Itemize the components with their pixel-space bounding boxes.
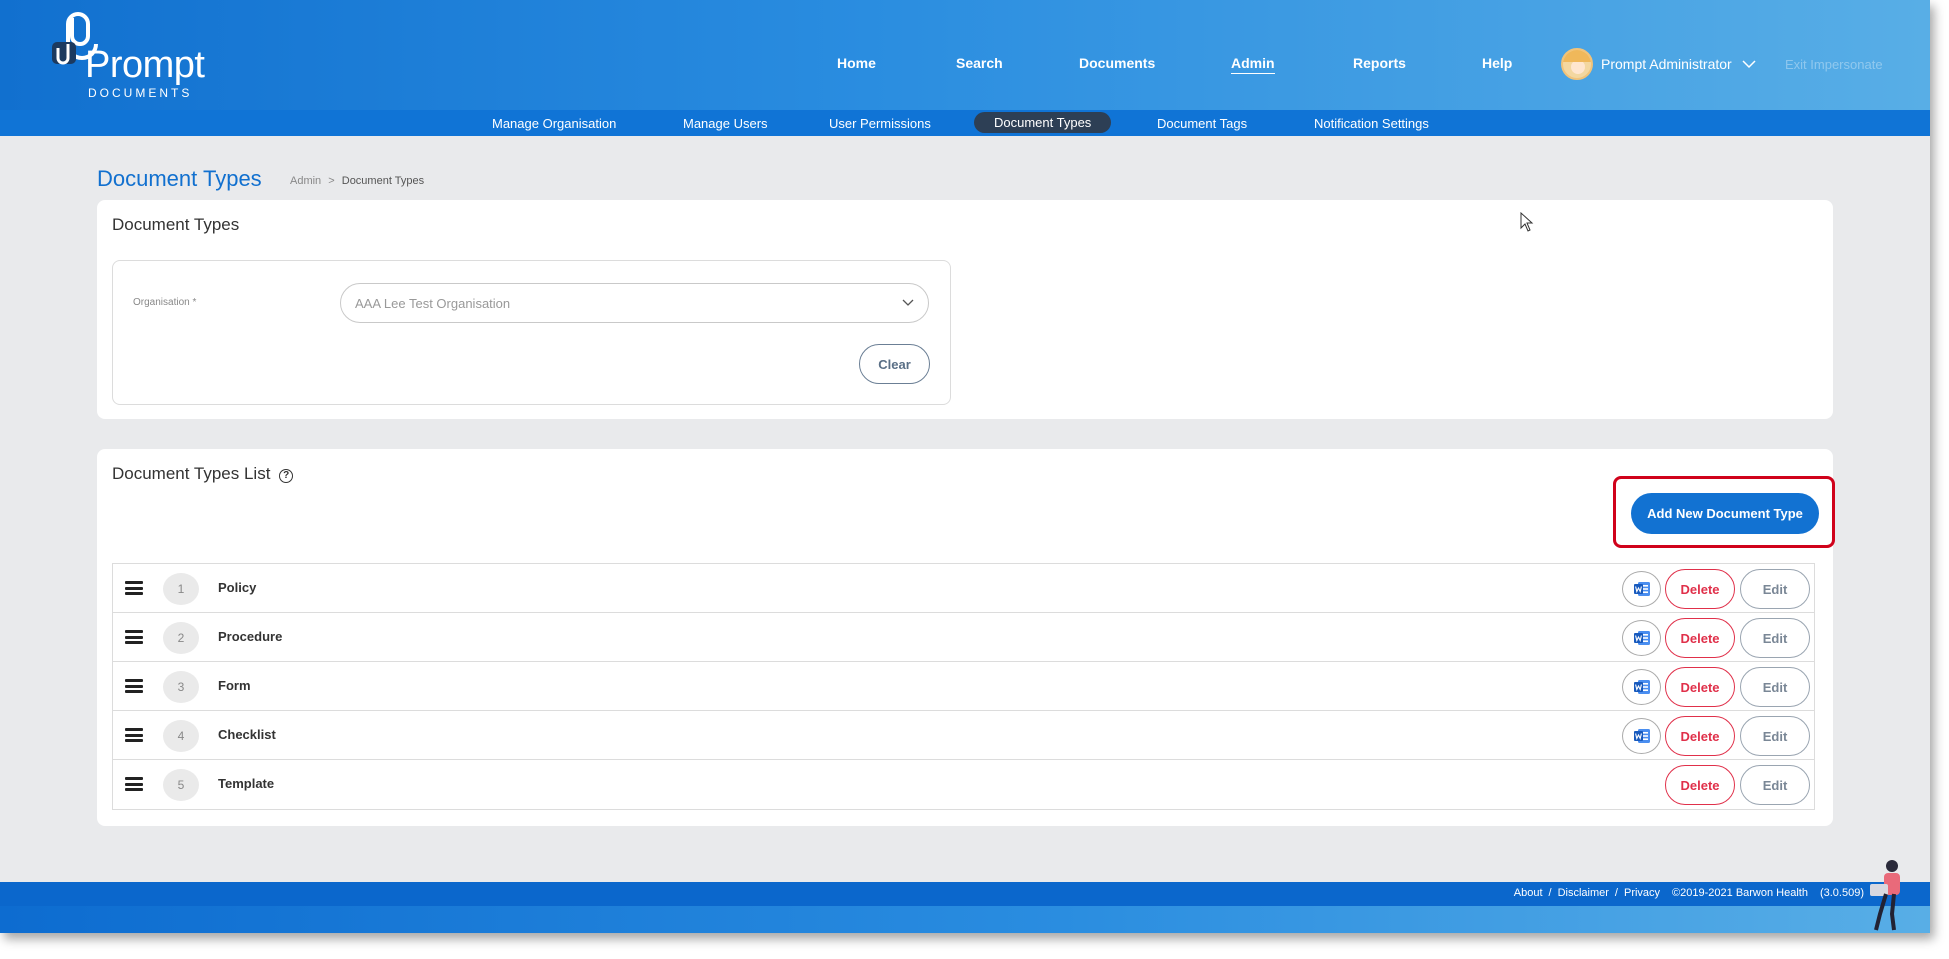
list-item: 1 Policy Delete Edit bbox=[113, 564, 1814, 613]
footer-links: About / Disclaimer / Privacy ©2019-2021 … bbox=[1514, 887, 1864, 899]
breadcrumb-admin[interactable]: Admin bbox=[290, 175, 321, 187]
document-type-name: Policy bbox=[218, 580, 257, 595]
word-icon bbox=[1633, 729, 1650, 743]
tab-manage-organisation[interactable]: Manage Organisation bbox=[492, 114, 616, 133]
drag-handle-icon[interactable] bbox=[125, 679, 143, 693]
footer-about-link[interactable]: About bbox=[1514, 887, 1543, 899]
user-name: Prompt Administrator bbox=[1601, 56, 1732, 72]
footer: About / Disclaimer / Privacy ©2019-2021 … bbox=[0, 882, 1930, 933]
nav-home[interactable]: Home bbox=[837, 55, 876, 71]
prompt-logo[interactable]: Prompt DOCUMENTS bbox=[50, 12, 230, 100]
word-icon bbox=[1633, 582, 1650, 596]
edit-button[interactable]: Edit bbox=[1740, 618, 1810, 658]
edit-button[interactable]: Edit bbox=[1740, 569, 1810, 609]
footer-version: (3.0.509) bbox=[1819, 887, 1864, 899]
list-item: 3 Form Delete Edit bbox=[113, 662, 1814, 711]
chevron-down-icon bbox=[1742, 60, 1756, 69]
list-title-text: Document Types List bbox=[112, 464, 271, 483]
row-number: 2 bbox=[163, 622, 199, 654]
row-number: 4 bbox=[163, 720, 199, 752]
tab-user-permissions[interactable]: User Permissions bbox=[829, 114, 931, 133]
filter-card: Document Types Organisation * AAA Lee Te… bbox=[97, 200, 1833, 419]
document-types-list-card: Document Types List ? 1 Policy Delete Edit 2… bbox=[97, 449, 1833, 826]
nav-documents[interactable]: Documents bbox=[1079, 55, 1155, 71]
delete-button[interactable]: Delete bbox=[1665, 716, 1735, 756]
drag-handle-icon[interactable] bbox=[125, 630, 143, 644]
list-item: 4 Checklist Delete Edit bbox=[113, 711, 1814, 760]
breadcrumb-separator: > bbox=[328, 175, 335, 187]
delete-button[interactable]: Delete bbox=[1665, 765, 1735, 805]
document-type-name: Procedure bbox=[218, 629, 283, 644]
user-menu[interactable]: Prompt Administrator bbox=[1561, 47, 1756, 81]
delete-button[interactable]: Delete bbox=[1665, 569, 1735, 609]
edit-button[interactable]: Edit bbox=[1740, 716, 1810, 756]
tab-document-types[interactable]: Document Types bbox=[974, 112, 1112, 133]
chevron-down-icon bbox=[902, 299, 914, 306]
page-title: Document Types bbox=[97, 166, 262, 191]
edit-button[interactable]: Edit bbox=[1740, 765, 1810, 805]
help-icon[interactable]: ? bbox=[279, 468, 294, 483]
breadcrumb: Admin > Document Types bbox=[290, 175, 424, 187]
word-template-button[interactable] bbox=[1622, 669, 1661, 705]
row-number: 5 bbox=[163, 769, 199, 801]
document-types-list: 1 Policy Delete Edit 2 Procedure Delete Edit 3 Fo… bbox=[112, 563, 1815, 810]
word-template-button[interactable] bbox=[1622, 571, 1661, 607]
list-item: 5 Template Delete Edit bbox=[113, 760, 1814, 809]
top-header: Prompt DOCUMENTS Home Search Documents A… bbox=[0, 0, 1930, 110]
footer-copyright: ©2019-2021 Barwon Health bbox=[1672, 887, 1808, 899]
word-template-button[interactable] bbox=[1622, 718, 1661, 754]
drag-handle-icon[interactable] bbox=[125, 581, 143, 595]
admin-subnav: Manage Organisation Manage Users User Pe… bbox=[0, 110, 1930, 136]
word-template-button[interactable] bbox=[1622, 620, 1661, 656]
organisation-select[interactable]: AAA Lee Test Organisation bbox=[340, 283, 929, 323]
person-with-laptop-icon bbox=[1870, 860, 1900, 931]
document-type-name: Checklist bbox=[218, 727, 276, 742]
nav-search[interactable]: Search bbox=[956, 55, 1003, 71]
document-type-name: Form bbox=[218, 678, 251, 693]
tab-notification-settings[interactable]: Notification Settings bbox=[1314, 114, 1429, 133]
list-item: 2 Procedure Delete Edit bbox=[113, 613, 1814, 662]
edit-button[interactable]: Edit bbox=[1740, 667, 1810, 707]
nav-reports[interactable]: Reports bbox=[1353, 55, 1406, 71]
drag-handle-icon[interactable] bbox=[125, 728, 143, 742]
nav-admin[interactable]: Admin bbox=[1231, 55, 1275, 74]
word-icon bbox=[1633, 631, 1650, 645]
nav-help[interactable]: Help bbox=[1482, 55, 1512, 71]
footer-sep: / bbox=[1614, 887, 1618, 899]
clear-button[interactable]: Clear bbox=[859, 344, 930, 384]
footer-disclaimer-link[interactable]: Disclaimer bbox=[1558, 887, 1609, 899]
delete-button[interactable]: Delete bbox=[1665, 618, 1735, 658]
organisation-label: Organisation * bbox=[133, 297, 197, 308]
app-window: Prompt DOCUMENTS Home Search Documents A… bbox=[0, 0, 1930, 933]
document-type-name: Template bbox=[218, 776, 275, 791]
word-icon bbox=[1633, 680, 1650, 694]
organisation-value: AAA Lee Test Organisation bbox=[355, 295, 511, 311]
delete-button[interactable]: Delete bbox=[1665, 667, 1735, 707]
add-new-document-type-button[interactable]: Add New Document Type bbox=[1631, 493, 1819, 534]
exit-impersonate-link[interactable]: Exit Impersonate bbox=[1785, 57, 1883, 72]
footer-sep: / bbox=[1548, 887, 1552, 899]
filter-card-title: Document Types bbox=[112, 215, 240, 234]
tab-manage-users[interactable]: Manage Users bbox=[683, 114, 768, 133]
list-card-title: Document Types List ? bbox=[112, 464, 294, 484]
drag-handle-icon[interactable] bbox=[125, 777, 143, 791]
mouse-cursor-icon bbox=[1520, 212, 1534, 232]
logo-subtitle: DOCUMENTS bbox=[88, 86, 193, 100]
row-number: 3 bbox=[163, 671, 199, 703]
footer-privacy-link[interactable]: Privacy bbox=[1624, 887, 1660, 899]
row-number: 1 bbox=[163, 573, 199, 605]
tab-document-tags[interactable]: Document Tags bbox=[1157, 114, 1247, 133]
avatar bbox=[1561, 48, 1593, 80]
filter-box: Organisation * AAA Lee Test Organisation… bbox=[112, 260, 951, 405]
breadcrumb-current: Document Types bbox=[341, 175, 425, 187]
